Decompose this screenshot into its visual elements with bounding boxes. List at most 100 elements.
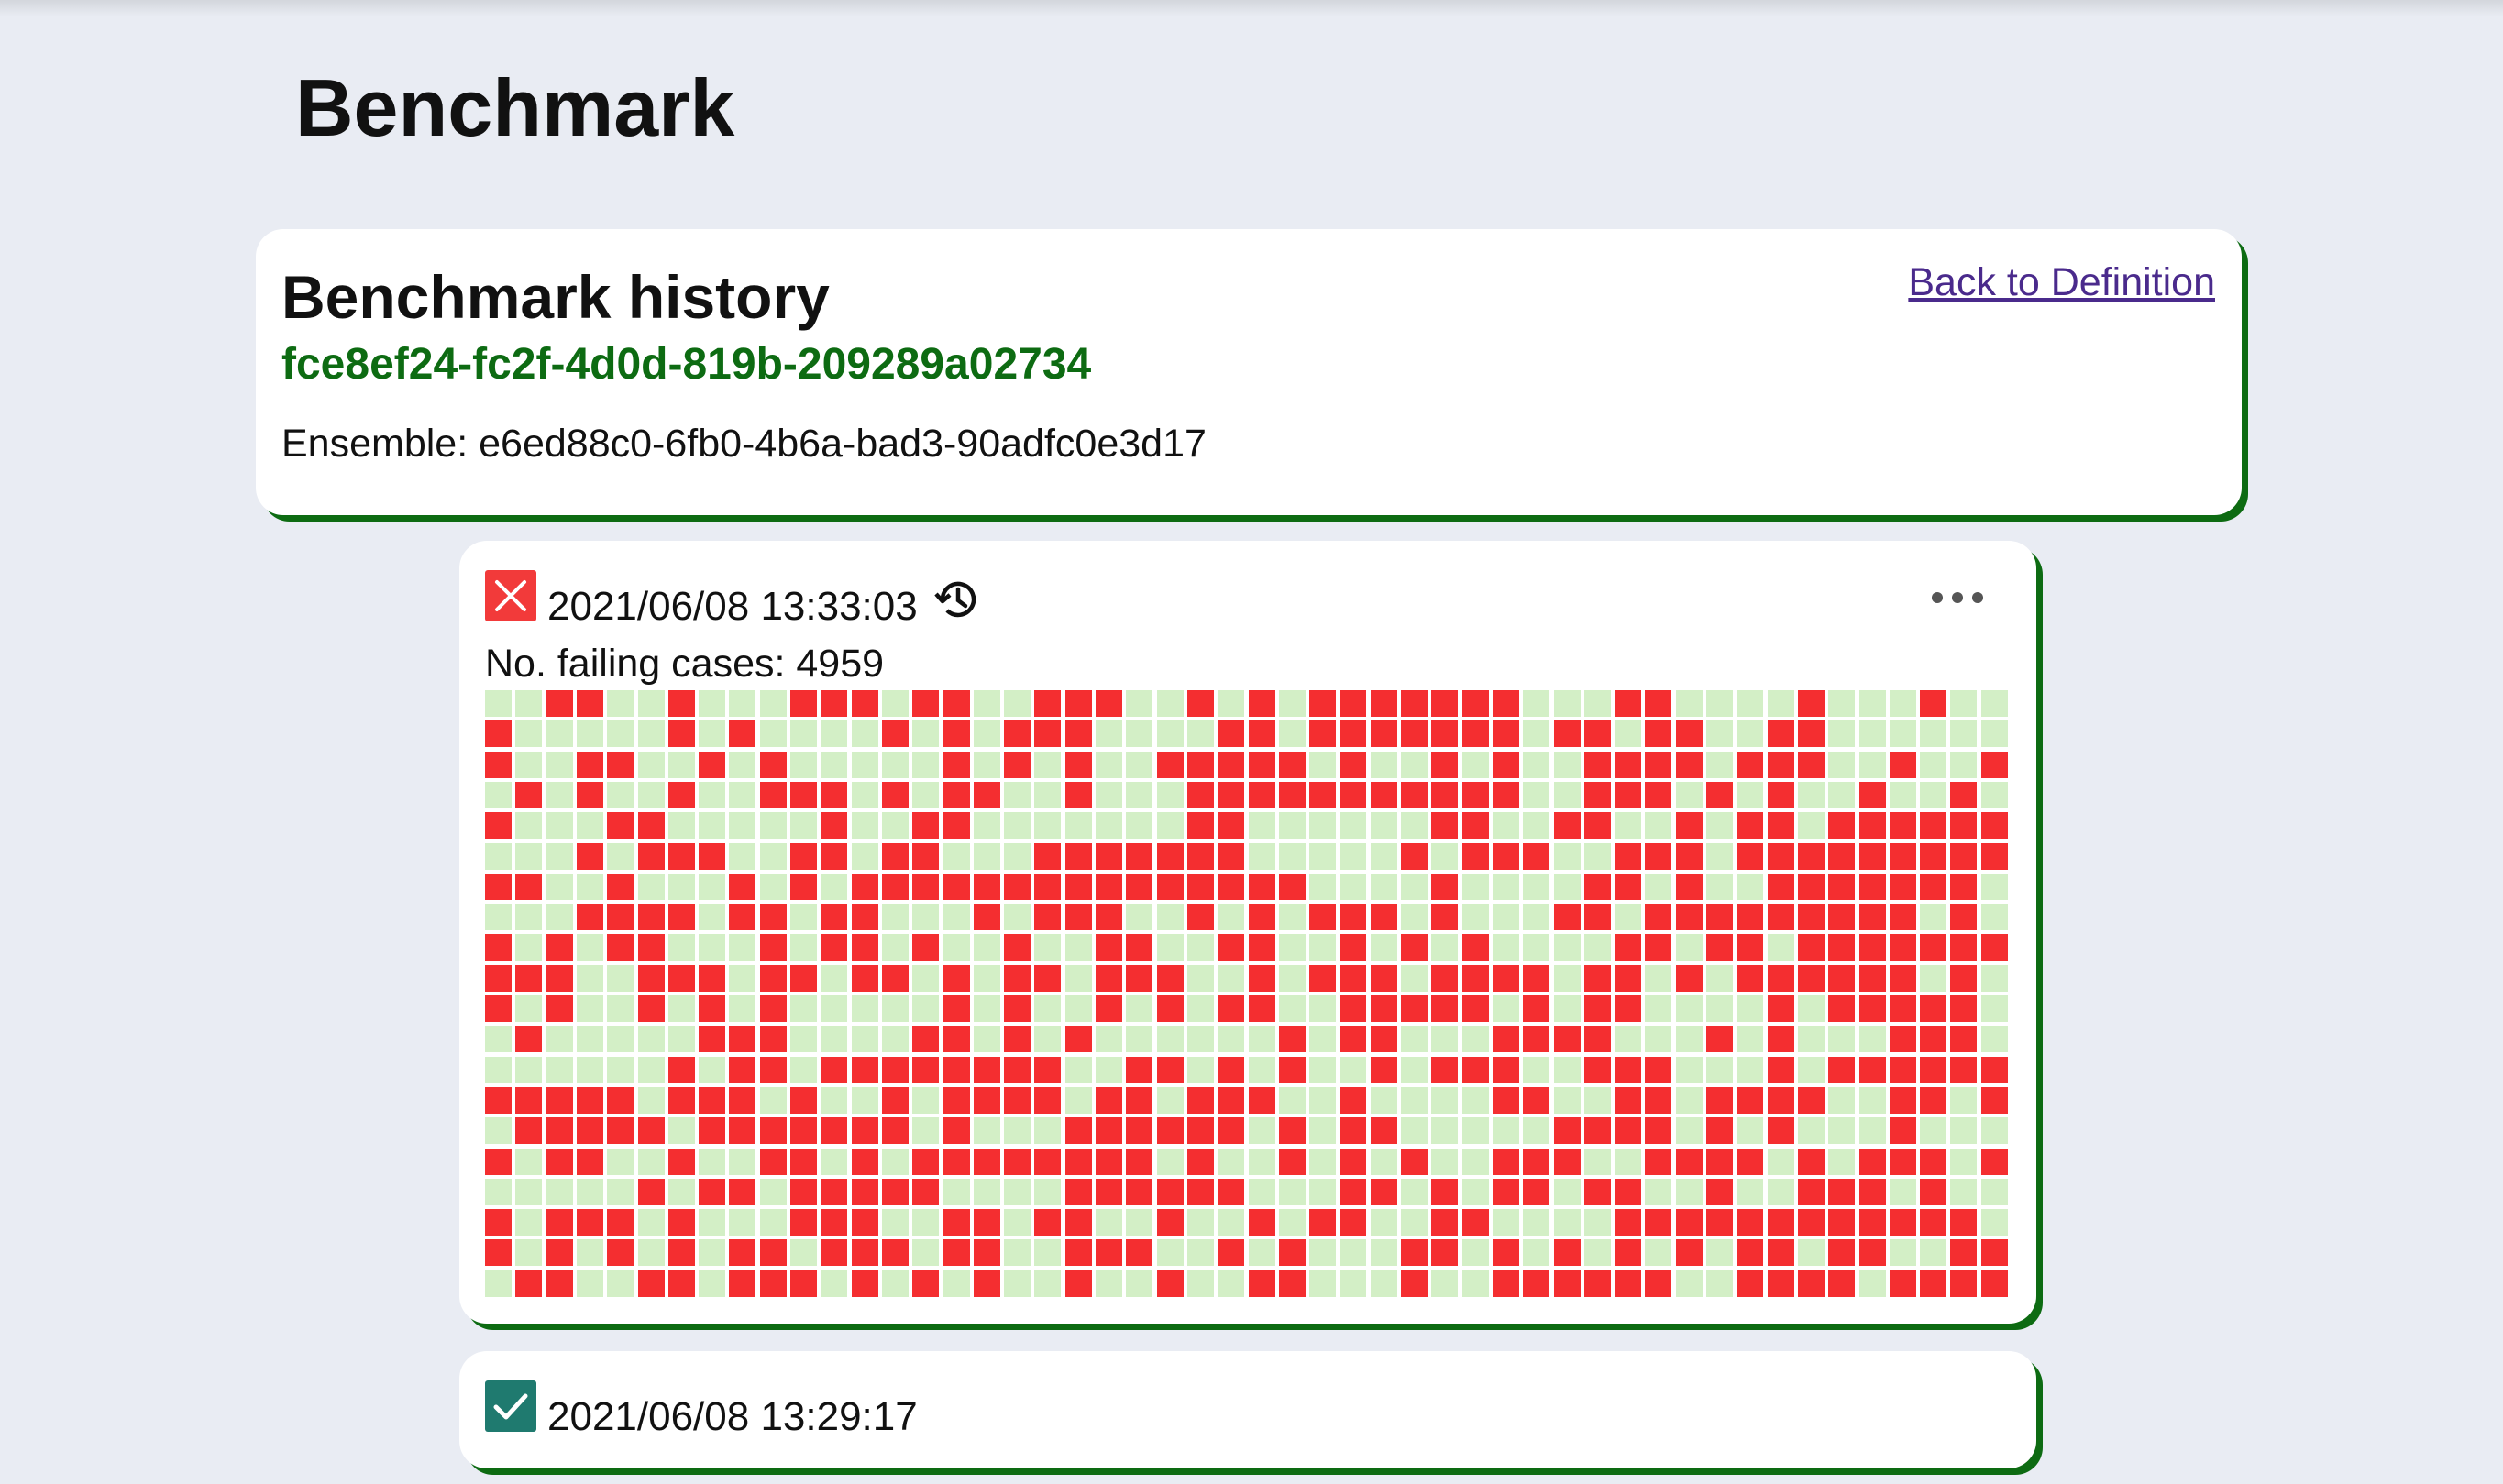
case-cell[interactable]: [1186, 1148, 1214, 1175]
case-cell[interactable]: [1858, 1148, 1886, 1175]
case-cell[interactable]: [1920, 720, 1947, 748]
case-cell[interactable]: [1004, 873, 1031, 900]
case-cell[interactable]: [1767, 1056, 1794, 1083]
case-cell[interactable]: [821, 1026, 848, 1053]
case-cell[interactable]: [1797, 1056, 1825, 1083]
case-cell[interactable]: [546, 904, 573, 931]
case-cell[interactable]: [1370, 751, 1397, 778]
case-cell[interactable]: [1156, 781, 1184, 808]
case-cell[interactable]: [1064, 751, 1092, 778]
case-cell[interactable]: [576, 904, 603, 931]
case-cell[interactable]: [1615, 1209, 1642, 1237]
case-cell[interactable]: [1553, 751, 1581, 778]
case-cell[interactable]: [1950, 873, 1978, 900]
case-cell[interactable]: [759, 934, 787, 962]
case-cell[interactable]: [912, 1056, 940, 1083]
case-cell[interactable]: [729, 1270, 756, 1297]
case-cell[interactable]: [485, 1086, 512, 1114]
case-cell[interactable]: [1675, 995, 1703, 1022]
case-cell[interactable]: [821, 720, 848, 748]
case-cell[interactable]: [1706, 1117, 1733, 1145]
case-cell[interactable]: [912, 1026, 940, 1053]
case-cell[interactable]: [699, 1117, 726, 1145]
case-cell[interactable]: [1583, 934, 1611, 962]
case-cell[interactable]: [912, 690, 940, 717]
case-cell[interactable]: [1828, 934, 1856, 962]
case-cell[interactable]: [1461, 1056, 1489, 1083]
case-cell[interactable]: [1950, 964, 1978, 992]
case-cell[interactable]: [759, 1178, 787, 1205]
case-cell[interactable]: [1370, 1239, 1397, 1267]
case-cell[interactable]: [1950, 751, 1978, 778]
case-cell[interactable]: [485, 934, 512, 962]
case-cell[interactable]: [1737, 995, 1764, 1022]
case-cell[interactable]: [546, 1026, 573, 1053]
case-cell[interactable]: [1126, 842, 1153, 870]
case-cell[interactable]: [1461, 1117, 1489, 1145]
case-cell[interactable]: [912, 964, 940, 992]
case-cell[interactable]: [1064, 720, 1092, 748]
case-cell[interactable]: [1645, 1117, 1672, 1145]
case-cell[interactable]: [1615, 1239, 1642, 1267]
case-cell[interactable]: [881, 751, 909, 778]
case-cell[interactable]: [759, 781, 787, 808]
case-cell[interactable]: [1186, 781, 1214, 808]
case-cell[interactable]: [546, 1178, 573, 1205]
case-cell[interactable]: [576, 964, 603, 992]
case-cell[interactable]: [667, 904, 695, 931]
case-cell[interactable]: [515, 1239, 543, 1267]
case-cell[interactable]: [821, 1178, 848, 1205]
case-cell[interactable]: [973, 1178, 1000, 1205]
case-cell[interactable]: [1340, 781, 1367, 808]
case-cell[interactable]: [1156, 1056, 1184, 1083]
case-cell[interactable]: [1218, 904, 1245, 931]
case-cell[interactable]: [1431, 1086, 1459, 1114]
case-cell[interactable]: [1767, 964, 1794, 992]
case-cell[interactable]: [1431, 873, 1459, 900]
case-cell[interactable]: [1980, 995, 2008, 1022]
case-cell[interactable]: [1523, 995, 1550, 1022]
case-cell[interactable]: [1492, 1117, 1519, 1145]
case-cell[interactable]: [1004, 781, 1031, 808]
case-cell[interactable]: [515, 1117, 543, 1145]
case-cell[interactable]: [1278, 812, 1306, 840]
case-cell[interactable]: [1583, 1148, 1611, 1175]
case-cell[interactable]: [699, 751, 726, 778]
case-cell[interactable]: [1889, 781, 1916, 808]
case-cell[interactable]: [1737, 842, 1764, 870]
case-cell[interactable]: [699, 904, 726, 931]
case-cell[interactable]: [1186, 1178, 1214, 1205]
case-cell[interactable]: [1156, 720, 1184, 748]
case-cell[interactable]: [821, 1270, 848, 1297]
case-cell[interactable]: [1675, 1148, 1703, 1175]
case-cell[interactable]: [1064, 1178, 1092, 1205]
case-cell[interactable]: [790, 873, 817, 900]
case-cell[interactable]: [1797, 1270, 1825, 1297]
case-cell[interactable]: [637, 781, 665, 808]
case-cell[interactable]: [1218, 781, 1245, 808]
case-cell[interactable]: [759, 1239, 787, 1267]
case-cell[interactable]: [943, 690, 970, 717]
case-cell[interactable]: [1980, 1086, 2008, 1114]
case-cell[interactable]: [1980, 873, 2008, 900]
case-cell[interactable]: [729, 720, 756, 748]
case-cell[interactable]: [1431, 934, 1459, 962]
case-cell[interactable]: [1064, 1239, 1092, 1267]
case-cell[interactable]: [607, 995, 634, 1022]
case-cell[interactable]: [1492, 751, 1519, 778]
case-cell[interactable]: [1248, 1117, 1275, 1145]
case-cell[interactable]: [699, 873, 726, 900]
case-cell[interactable]: [1096, 1026, 1122, 1053]
case-cell[interactable]: [576, 1056, 603, 1083]
case-cell[interactable]: [1248, 842, 1275, 870]
case-cell[interactable]: [1583, 1270, 1611, 1297]
case-cell[interactable]: [637, 1270, 665, 1297]
case-cell[interactable]: [637, 873, 665, 900]
case-cell[interactable]: [1767, 1239, 1794, 1267]
case-cell[interactable]: [943, 812, 970, 840]
case-cell[interactable]: [1553, 690, 1581, 717]
case-cell[interactable]: [1064, 781, 1092, 808]
case-cell[interactable]: [1309, 995, 1337, 1022]
case-cell[interactable]: [851, 1270, 878, 1297]
case-cell[interactable]: [485, 690, 512, 717]
